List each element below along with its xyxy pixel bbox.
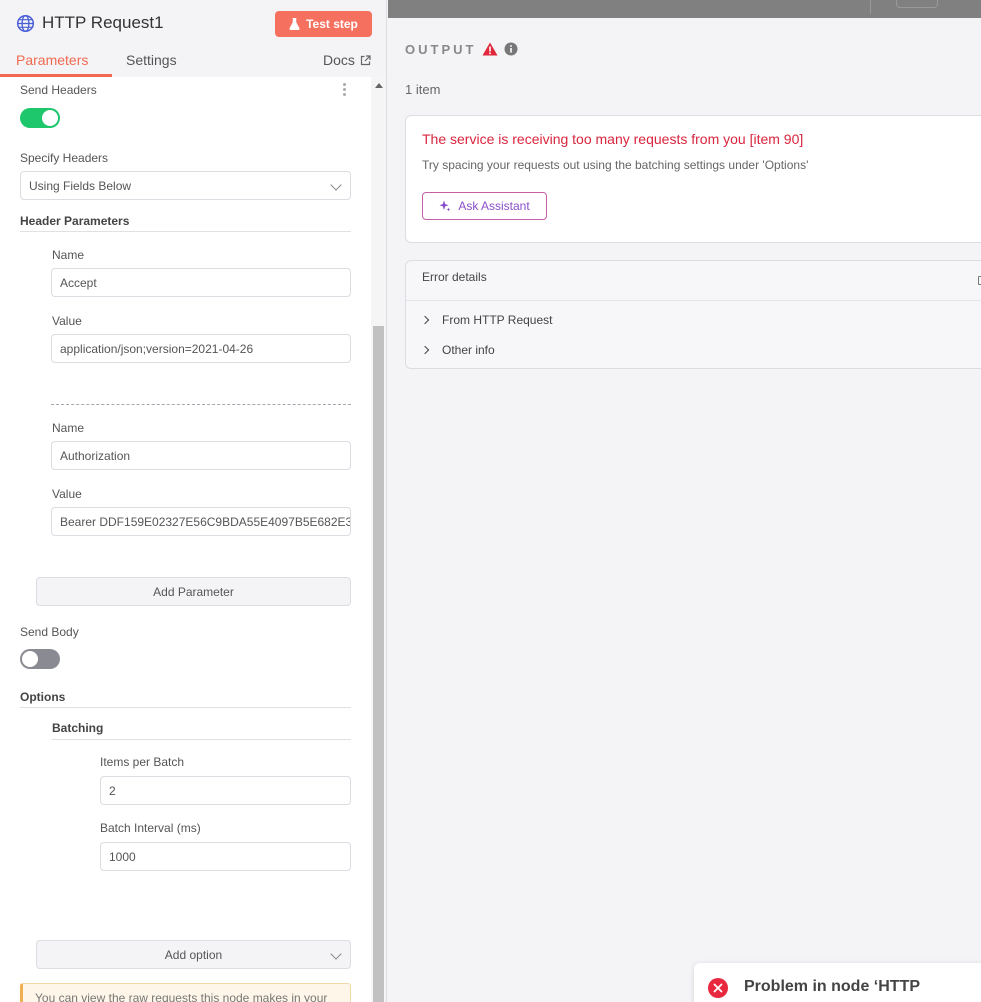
send-body-toggle[interactable] — [20, 649, 60, 669]
details-row-label: From HTTP Request — [442, 313, 553, 327]
header-value-label: Value — [52, 487, 82, 501]
ask-assistant-label: Ask Assistant — [458, 199, 530, 213]
add-option-label: Add option — [164, 947, 223, 962]
raw-requests-notice: You can view the raw requests this node … — [20, 983, 351, 1002]
tab-bar: Parameters Settings Docs — [0, 50, 386, 77]
header-name-label: Name — [52, 248, 85, 262]
add-parameter-label: Add Parameter — [153, 584, 234, 599]
node-title-group: HTTP Request1 — [16, 12, 164, 34]
header-name-value: Accept — [60, 275, 97, 290]
node-parameters-panel: HTTP Request1 Test step Parameters Setti… — [0, 0, 387, 1002]
toolbar-button[interactable] — [896, 0, 938, 8]
header-value-input[interactable]: application/json;version=2021-04-26 — [51, 334, 351, 363]
add-option-select[interactable]: Add option — [36, 940, 351, 969]
external-link-icon — [360, 54, 371, 65]
header-name-input[interactable]: Authorization — [51, 441, 351, 470]
header-parameters-label: Header Parameters — [20, 214, 130, 228]
details-divider — [406, 300, 981, 301]
chevron-down-icon — [330, 948, 342, 960]
scrollbar-thumb[interactable] — [373, 326, 384, 1002]
send-body-label: Send Body — [20, 625, 79, 639]
sparkle-icon — [439, 200, 451, 212]
add-parameter-button[interactable]: Add Parameter — [36, 577, 351, 606]
error-toast[interactable]: Problem in node ‘HTTP — [694, 963, 981, 1002]
flask-icon — [289, 18, 300, 30]
items-per-batch-value: 2 — [109, 783, 116, 798]
tab-parameters[interactable]: Parameters — [16, 52, 88, 68]
active-tab-indicator — [0, 74, 112, 77]
details-row-other-info[interactable]: Other info — [420, 343, 495, 357]
header-name-input[interactable]: Accept — [51, 268, 351, 297]
docs-label: Docs — [323, 52, 355, 68]
options-label: Options — [20, 690, 66, 704]
node-header: HTTP Request1 Test step Parameters Setti… — [0, 0, 386, 77]
section-divider — [20, 231, 351, 232]
error-description: Try spacing your requests out using the … — [422, 158, 809, 172]
section-divider — [20, 707, 351, 708]
warning-icon — [482, 42, 498, 56]
output-header: OUTPUT — [405, 40, 518, 58]
items-count: 1 item — [405, 82, 441, 97]
header-value-value: application/json;version=2021-04-26 — [60, 341, 254, 356]
output-label: OUTPUT — [405, 41, 477, 57]
batch-interval-label: Batch Interval (ms) — [100, 821, 201, 835]
specify-headers-select[interactable]: Using Fields Below — [20, 171, 351, 200]
header-name-label: Name — [52, 421, 85, 435]
toast-message: Problem in node ‘HTTP — [744, 978, 921, 995]
header-value-value: Bearer DDF159E02327E56C9BDA55E4097B5E682… — [60, 514, 351, 529]
info-icon[interactable] — [504, 42, 518, 56]
header-name-value: Authorization — [60, 448, 131, 463]
globe-icon — [16, 14, 35, 32]
chevron-right-icon — [420, 345, 430, 355]
error-details-header: Error details — [422, 270, 487, 284]
node-title[interactable]: HTTP Request1 — [42, 13, 164, 33]
canvas-top-strip — [388, 0, 981, 18]
scroll-up-arrow-icon[interactable] — [375, 83, 383, 88]
error-title: The service is receiving too many reques… — [422, 131, 804, 147]
error-card: The service is receiving too many reques… — [405, 115, 981, 243]
specify-headers-value: Using Fields Below — [29, 178, 132, 193]
header-separator — [51, 404, 351, 405]
test-step-button[interactable]: Test step — [275, 11, 372, 37]
header-value-label: Value — [52, 314, 82, 328]
test-step-label: Test step — [306, 17, 358, 31]
items-per-batch-input[interactable]: 2 — [100, 776, 351, 805]
section-divider — [52, 739, 351, 740]
batch-interval-value: 1000 — [109, 849, 136, 864]
details-row-label: Other info — [442, 343, 495, 357]
send-headers-toggle[interactable] — [20, 108, 60, 128]
send-headers-label: Send Headers — [20, 83, 97, 97]
tab-settings[interactable]: Settings — [126, 52, 177, 68]
header-value-input[interactable]: Bearer DDF159E02327E56C9BDA55E4097B5E682… — [51, 507, 351, 536]
chevron-right-icon — [420, 315, 430, 325]
docs-link[interactable]: Docs — [323, 52, 371, 68]
notice-text: You can view the raw requests this node … — [35, 991, 328, 1002]
chevron-down-icon — [330, 179, 342, 191]
batch-interval-input[interactable]: 1000 — [100, 842, 351, 871]
more-options-icon[interactable] — [343, 83, 347, 97]
items-per-batch-label: Items per Batch — [100, 755, 185, 769]
toolbar-divider — [870, 0, 871, 14]
specify-headers-label: Specify Headers — [20, 151, 109, 165]
details-row-from-http-request[interactable]: From HTTP Request — [420, 313, 553, 327]
ask-assistant-button[interactable]: Ask Assistant — [422, 192, 547, 220]
error-details-card: Error details From HTTP Request Other in… — [405, 260, 981, 369]
error-x-icon — [708, 978, 728, 998]
batching-label: Batching — [52, 721, 104, 735]
